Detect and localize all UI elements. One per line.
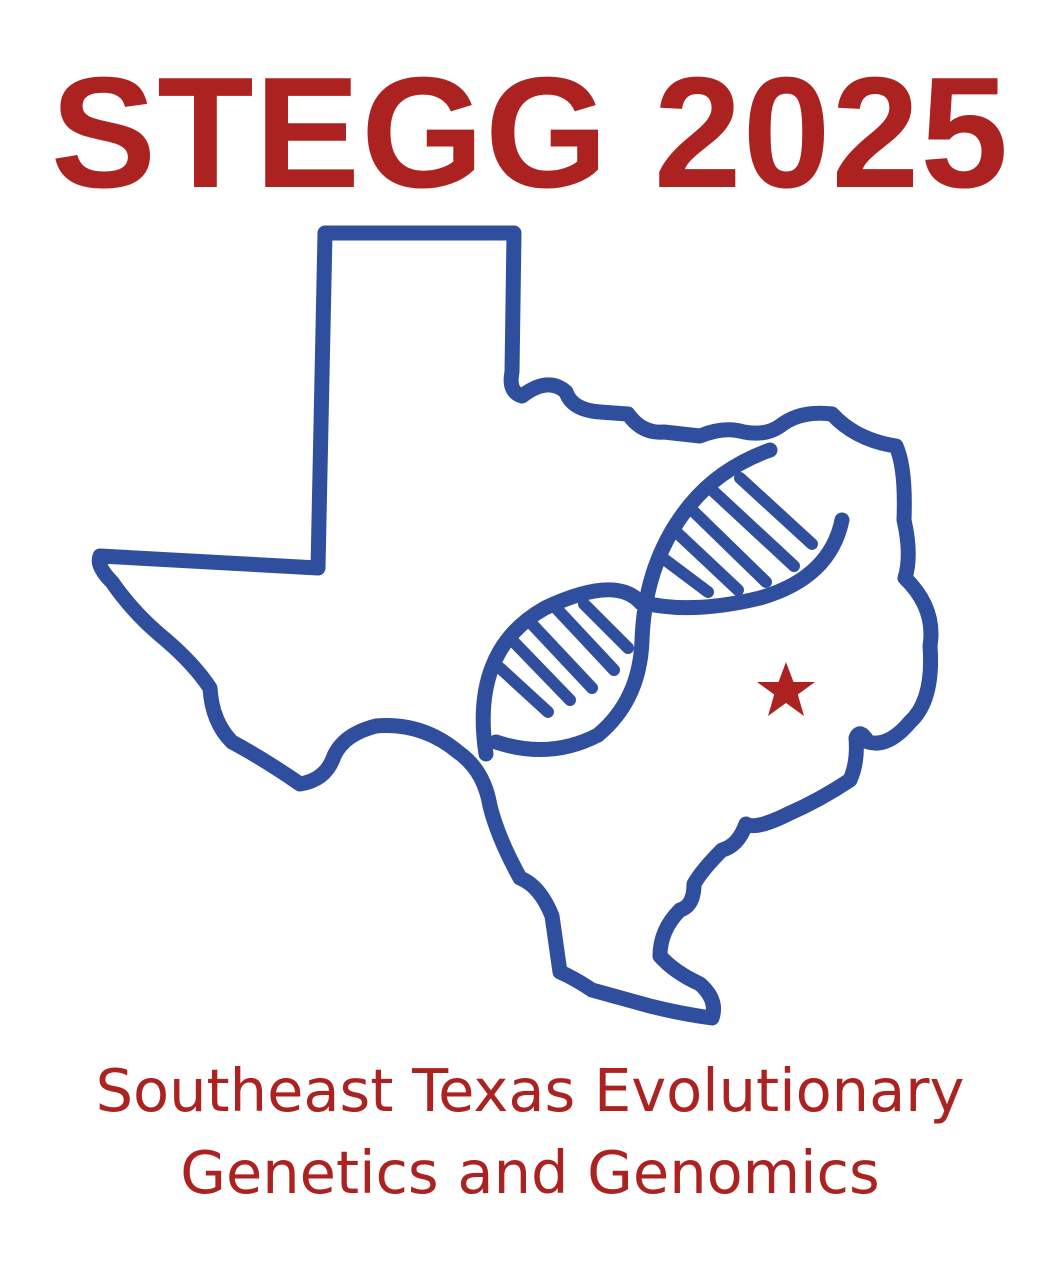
logo-subtitle: Southeast Texas Evolutionary Genetics an… xyxy=(0,1050,1060,1214)
star-icon xyxy=(757,662,815,716)
dna-helix-icon xyxy=(475,442,850,762)
subtitle-line-2: Genetics and Genomics xyxy=(180,1138,880,1207)
texas-logo xyxy=(91,225,939,1026)
logo-title: STEGG 2025 xyxy=(50,45,1010,221)
subtitle-line-1: Southeast Texas Evolutionary xyxy=(95,1056,965,1125)
